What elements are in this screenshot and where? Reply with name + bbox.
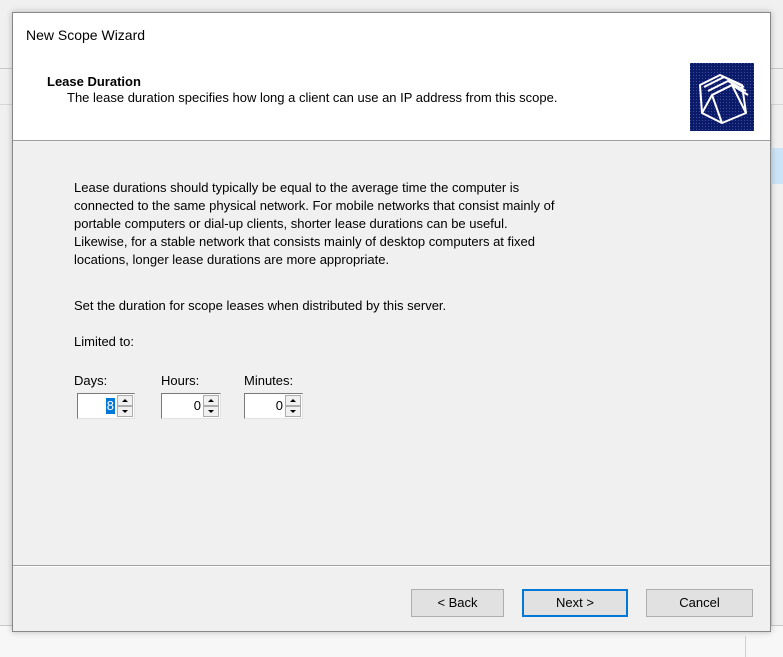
page-subheading: The lease duration specifies how long a … bbox=[67, 90, 558, 105]
cancel-button[interactable]: Cancel bbox=[646, 589, 753, 617]
description-line: connected to the same physical network. … bbox=[74, 198, 555, 213]
background-divider bbox=[771, 104, 772, 657]
hours-spinner[interactable]: 0 bbox=[161, 393, 221, 419]
next-button[interactable]: Next > bbox=[522, 589, 628, 617]
wizard-header: Lease Duration The lease duration specif… bbox=[13, 57, 770, 141]
title-bar[interactable]: New Scope Wizard bbox=[13, 13, 770, 57]
minutes-spin-buttons bbox=[285, 395, 301, 417]
window-title: New Scope Wizard bbox=[26, 27, 146, 43]
limited-to-label: Limited to: bbox=[74, 334, 134, 349]
background-divider bbox=[745, 636, 746, 657]
page-heading: Lease Duration bbox=[47, 74, 141, 89]
back-button[interactable]: < Back bbox=[411, 589, 504, 617]
days-spin-buttons bbox=[117, 395, 133, 417]
hours-up-arrow-icon[interactable] bbox=[203, 395, 219, 406]
minutes-spinner[interactable]: 0 bbox=[244, 393, 303, 419]
set-duration-text: Set the duration for scope leases when d… bbox=[74, 298, 447, 313]
days-up-arrow-icon[interactable] bbox=[117, 395, 133, 406]
minutes-down-arrow-icon[interactable] bbox=[285, 406, 301, 417]
new-scope-wizard-dialog: New Scope Wizard Lease Duration The leas… bbox=[12, 12, 771, 632]
days-spinner[interactable]: 8 bbox=[77, 393, 135, 419]
minutes-label: Minutes: bbox=[244, 373, 294, 388]
minutes-value[interactable]: 0 bbox=[276, 398, 283, 414]
hours-down-arrow-icon[interactable] bbox=[203, 406, 219, 417]
background-selection-strip bbox=[771, 148, 783, 184]
wizard-body: Lease durations should typically be equa… bbox=[13, 141, 770, 565]
hours-label: Hours: bbox=[161, 373, 200, 388]
hours-spin-buttons bbox=[203, 395, 219, 417]
footer-separator bbox=[13, 565, 770, 567]
folders-icon bbox=[690, 63, 754, 131]
hours-value[interactable]: 0 bbox=[194, 398, 201, 414]
days-label: Days: bbox=[74, 373, 108, 388]
description-line: locations, longer lease durations are mo… bbox=[74, 252, 390, 267]
days-down-arrow-icon[interactable] bbox=[117, 406, 133, 417]
description-line: Lease durations should typically be equa… bbox=[74, 180, 520, 195]
minutes-up-arrow-icon[interactable] bbox=[285, 395, 301, 406]
description-line: Likewise, for a stable network that cons… bbox=[74, 234, 535, 249]
lease-description: Lease durations should typically be equa… bbox=[74, 179, 714, 269]
days-value[interactable]: 8 bbox=[105, 398, 115, 414]
description-line: portable computers or dial-up clients, s… bbox=[74, 216, 508, 231]
